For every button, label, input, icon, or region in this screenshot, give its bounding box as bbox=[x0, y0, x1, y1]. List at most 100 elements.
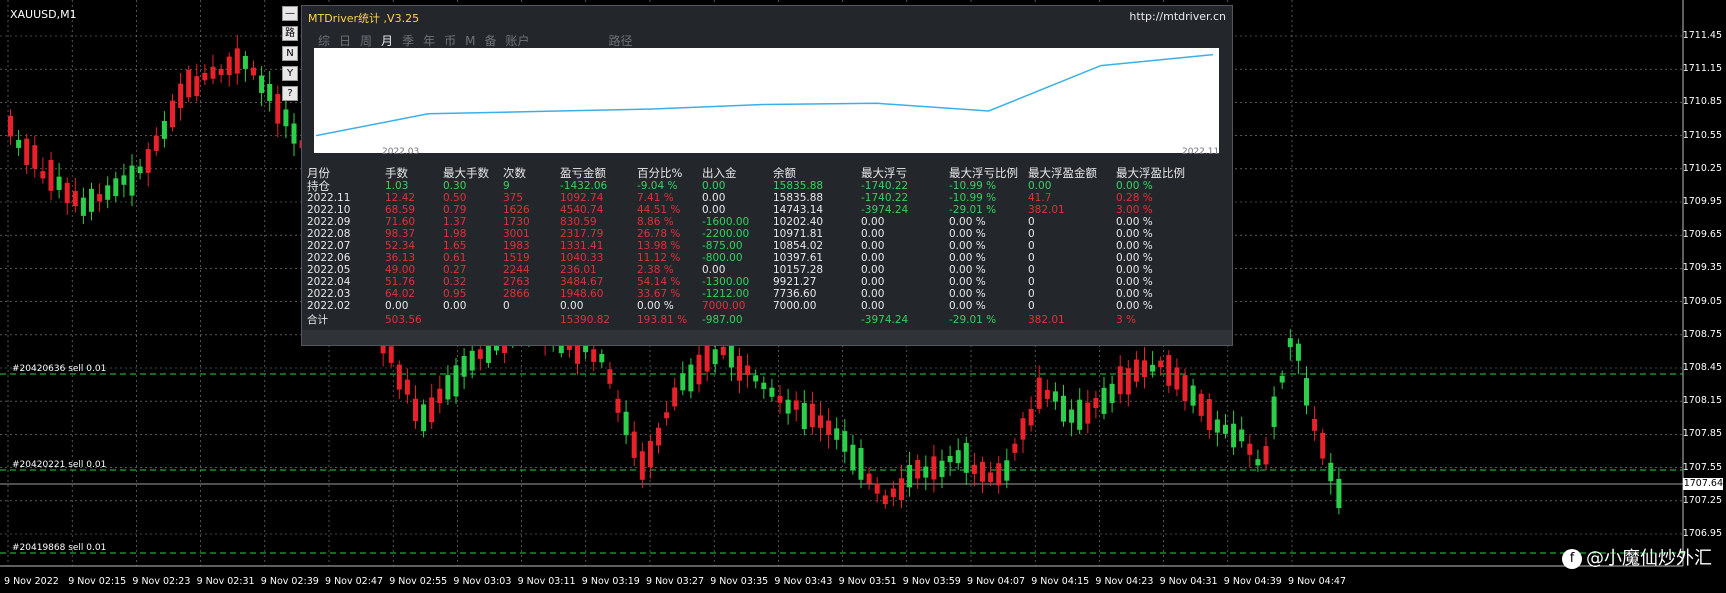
path-tab[interactable]: 路径 bbox=[609, 34, 633, 48]
panel-url-link[interactable]: http://mtdriver.cn bbox=[1129, 10, 1226, 23]
stats-cell: 49.00 bbox=[385, 264, 416, 276]
stats-cell bbox=[773, 312, 861, 328]
candle bbox=[429, 383, 435, 430]
candle bbox=[607, 361, 613, 389]
price-axis-label: 1706.95 bbox=[1682, 528, 1722, 539]
period-tab[interactable]: 备 bbox=[484, 34, 496, 48]
period-tab[interactable]: 月 bbox=[381, 34, 393, 48]
stats-cell: 1983 bbox=[503, 240, 530, 252]
stats-cell: 0 bbox=[1028, 216, 1035, 228]
period-tab[interactable]: 账户 bbox=[505, 34, 529, 48]
stats-cell: 9921.27 bbox=[773, 276, 817, 288]
price-axis-label: 1709.35 bbox=[1682, 262, 1722, 274]
candle bbox=[656, 423, 661, 454]
stats-cell: -987.00 bbox=[702, 314, 743, 326]
candle bbox=[963, 436, 969, 485]
panel-toolbar-button[interactable]: N bbox=[282, 46, 298, 61]
panel-toolbar-button[interactable]: Y bbox=[282, 66, 298, 81]
stats-cell: 64.02 bbox=[385, 288, 416, 300]
stats-cell: 8.86 % bbox=[637, 216, 674, 228]
candle bbox=[445, 365, 451, 405]
candle bbox=[1166, 350, 1172, 393]
candle bbox=[826, 408, 832, 449]
candle bbox=[1312, 406, 1318, 441]
candle bbox=[1150, 351, 1156, 378]
current-price-tag: 1707.64 bbox=[1683, 478, 1723, 490]
candle bbox=[1263, 436, 1269, 471]
stats-cell: 0.00 bbox=[861, 264, 885, 276]
panel-toolbar-button[interactable]: 路 bbox=[282, 26, 298, 41]
stats-cell: 71.60 bbox=[385, 216, 416, 228]
stats-cell: 1.65 bbox=[443, 240, 467, 252]
stats-cell: 0 bbox=[503, 300, 510, 312]
stats-cell: 0.00 % bbox=[1116, 300, 1153, 312]
stats-cell: 0.00 % bbox=[1116, 216, 1153, 228]
candle bbox=[242, 51, 248, 82]
stats-cell: 最大浮盈金额 bbox=[1028, 165, 1097, 180]
candle bbox=[1190, 379, 1196, 414]
stats-cell: 15835.88 bbox=[773, 192, 824, 204]
stats-cell: -3974.24 bbox=[861, 204, 909, 216]
time-axis-label: 9 Nov 03:43 bbox=[774, 576, 833, 587]
stats-cell: 7000.00 bbox=[773, 300, 817, 312]
candle bbox=[785, 389, 791, 425]
candle bbox=[97, 183, 103, 212]
stats-cell: -800.00 bbox=[702, 252, 743, 264]
period-tab[interactable]: 年 bbox=[423, 34, 435, 48]
stats-cell: 4540.74 bbox=[560, 204, 604, 216]
candle bbox=[761, 376, 767, 399]
stats-cell: 0.00 bbox=[443, 300, 467, 312]
time-axis-label: 9 Nov 04:47 bbox=[1288, 576, 1347, 587]
candle bbox=[664, 401, 670, 426]
candle bbox=[186, 65, 192, 103]
period-tab[interactable]: 币 bbox=[444, 34, 456, 48]
candle bbox=[980, 456, 985, 494]
panel-toolbar-button[interactable]: — bbox=[282, 6, 298, 21]
candle bbox=[1125, 360, 1131, 407]
stats-cell: 0.00 bbox=[702, 264, 726, 276]
candle bbox=[137, 158, 143, 180]
candle bbox=[793, 391, 799, 422]
watermark-text: @小魔仙炒外汇 bbox=[1586, 548, 1712, 569]
stats-cell: 14743.14 bbox=[773, 204, 824, 216]
price-axis-label: 1710.55 bbox=[1682, 129, 1722, 141]
candle bbox=[396, 360, 402, 399]
period-tab[interactable]: 综 bbox=[318, 34, 330, 48]
candle bbox=[40, 157, 46, 184]
period-tab[interactable]: 日 bbox=[339, 34, 351, 48]
time-axis-label: 9 Nov 02:39 bbox=[260, 576, 319, 587]
stats-cell: 最大浮亏比例 bbox=[949, 165, 1018, 180]
stats-cell: 0.00 % bbox=[949, 264, 986, 276]
candle bbox=[890, 481, 896, 507]
candle bbox=[955, 438, 961, 470]
candle bbox=[291, 113, 297, 156]
stats-cell: 0.00 % bbox=[1116, 240, 1153, 252]
candle bbox=[1279, 370, 1285, 390]
stats-cell: -1600.00 bbox=[702, 216, 750, 228]
stats-month-row: 2022.04 51.76 0.32 2763 3484.67 54.14 % -1300.… bbox=[307, 276, 1196, 288]
stats-cell: 0.00 % bbox=[949, 252, 986, 264]
stats-cell: 2763 bbox=[503, 276, 530, 288]
stats-cell: 15390.82 bbox=[560, 314, 611, 326]
price-axis-label: 1711.15 bbox=[1682, 63, 1722, 75]
panel-toolbar-button[interactable]: ? bbox=[282, 86, 298, 101]
candle bbox=[1020, 411, 1026, 454]
candle bbox=[145, 142, 151, 187]
price-axis-label: 1709.65 bbox=[1682, 229, 1722, 241]
stats-cell: 382.01 bbox=[1028, 314, 1065, 326]
stats-cell: 0.00 % bbox=[1116, 288, 1153, 300]
candle bbox=[1198, 389, 1204, 422]
candle bbox=[947, 445, 953, 476]
stats-cell: 2022.10 bbox=[307, 204, 351, 216]
stats-cell: 375 bbox=[503, 192, 524, 204]
stats-month-row: 2022.09 71.60 1.37 1730 830.59 8.86 % -1600.00… bbox=[307, 216, 1196, 228]
stats-cell: 3484.67 bbox=[560, 276, 604, 288]
price-axis-label: 1707.85 bbox=[1682, 428, 1722, 440]
period-tab[interactable]: 周 bbox=[360, 34, 372, 48]
stats-cell: -29.01 % bbox=[949, 314, 997, 326]
stats-cell: 0.30 bbox=[443, 180, 467, 192]
candle bbox=[1012, 437, 1018, 461]
period-tab[interactable]: 季 bbox=[402, 34, 414, 48]
period-tab[interactable]: M bbox=[465, 34, 475, 48]
panel-title: MTDriver统计 ,V3.25 bbox=[308, 12, 420, 25]
